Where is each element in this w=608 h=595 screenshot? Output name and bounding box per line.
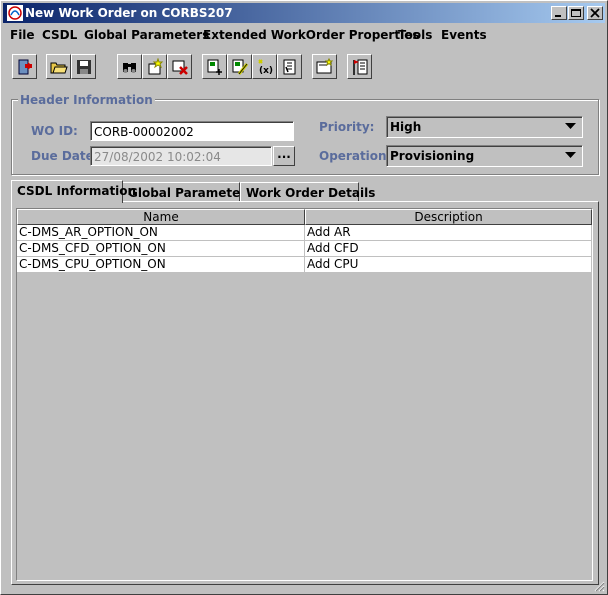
wo-id-label: WO ID:: [31, 124, 78, 138]
due-date-browse-button[interactable]: ...: [273, 146, 295, 166]
delete-item-icon: [172, 60, 188, 75]
menu-events[interactable]: Events: [441, 28, 487, 42]
flag-icon: [353, 59, 368, 75]
description-cell: Add AR: [305, 225, 592, 241]
tab-global-parameters[interactable]: Global Parameters: [122, 182, 253, 201]
due-date-label: Due Date:: [31, 149, 99, 163]
menu-global-parameters[interactable]: Global Parameters: [84, 28, 209, 42]
open-button[interactable]: [46, 54, 71, 79]
close-button[interactable]: [587, 6, 603, 20]
table-row[interactable]: C-DMS_CPU_OPTION_ON Add CPU: [17, 257, 592, 273]
exit-icon: [18, 59, 32, 75]
maximize-button[interactable]: [568, 6, 584, 20]
table-row[interactable]: C-DMS_AR_OPTION_ON Add AR: [17, 225, 592, 241]
script-icon: [283, 59, 296, 75]
edit-csdl-button[interactable]: [227, 54, 252, 79]
name-cell: C-DMS_CFD_OPTION_ON: [17, 241, 305, 257]
properties-button[interactable]: [312, 54, 337, 79]
menu-tools[interactable]: Tools: [398, 28, 432, 42]
priority-value: High: [390, 120, 422, 134]
menu-csdl[interactable]: CSDL: [42, 28, 77, 42]
description-cell: Add CPU: [305, 257, 592, 273]
column-header-description[interactable]: Description: [305, 209, 592, 225]
flag-button[interactable]: [347, 54, 372, 79]
wo-id-field[interactable]: CORB-00002002: [90, 121, 294, 141]
operation-value: Provisioning: [390, 149, 475, 163]
save-icon: [77, 60, 91, 74]
operation-select[interactable]: Provisioning: [386, 145, 583, 167]
find-button[interactable]: [117, 54, 142, 79]
app-icon: [7, 5, 23, 21]
svg-text:(x): (x): [259, 66, 273, 76]
new-item-button[interactable]: [142, 54, 167, 79]
chevron-down-icon: [565, 152, 576, 158]
header-information-title: Header Information: [18, 93, 155, 107]
resize-grip-icon[interactable]: [593, 580, 605, 592]
operation-label: Operation:: [319, 149, 392, 163]
tab-work-order-details[interactable]: Work Order Details: [240, 182, 375, 201]
due-date-field[interactable]: 27/08/2002 10:02:04: [90, 146, 272, 166]
menu-bar: File CSDL Global Parameters Extended Wor…: [3, 25, 605, 45]
save-button[interactable]: [71, 54, 96, 79]
edit-csdl-icon: [232, 59, 249, 75]
priority-select[interactable]: High: [386, 116, 583, 138]
table-row[interactable]: C-DMS_CFD_OPTION_ON Add CFD: [17, 241, 592, 257]
toolbar: (x): [1, 51, 607, 81]
exit-button[interactable]: [12, 54, 37, 79]
csdl-table: Name Description C-DMS_AR_OPTION_ON Add …: [16, 208, 593, 581]
table-header: Name Description: [17, 209, 592, 225]
properties-icon: [316, 58, 334, 74]
open-folder-icon: [50, 62, 68, 74]
name-cell: C-DMS_AR_OPTION_ON: [17, 225, 305, 241]
menu-file[interactable]: File: [10, 28, 35, 42]
tab-csdl-information[interactable]: CSDL Information: [11, 180, 136, 203]
name-cell: C-DMS_CPU_OPTION_ON: [17, 257, 305, 273]
delete-item-button[interactable]: [167, 54, 192, 79]
find-icon: [123, 63, 136, 73]
script-button[interactable]: [277, 54, 302, 79]
title-bar[interactable]: New Work Order on CORBS207: [3, 3, 605, 23]
chevron-down-icon: [565, 123, 576, 129]
priority-label: Priority:: [319, 120, 375, 134]
menu-extended-workorder-properties[interactable]: Extended WorkOrder Properties: [203, 28, 419, 42]
description-cell: Add CFD: [305, 241, 592, 257]
window-title: New Work Order on CORBS207: [25, 6, 233, 20]
column-header-name[interactable]: Name: [17, 209, 305, 225]
variable-button[interactable]: (x): [252, 54, 277, 79]
variable-icon: (x): [258, 59, 273, 76]
work-order-window: New Work Order on CORBS207 File CSDL Glo…: [0, 0, 608, 595]
add-csdl-icon: [207, 59, 222, 75]
add-csdl-button[interactable]: [202, 54, 227, 79]
minimize-button[interactable]: [551, 6, 567, 20]
new-item-icon: [148, 58, 164, 75]
